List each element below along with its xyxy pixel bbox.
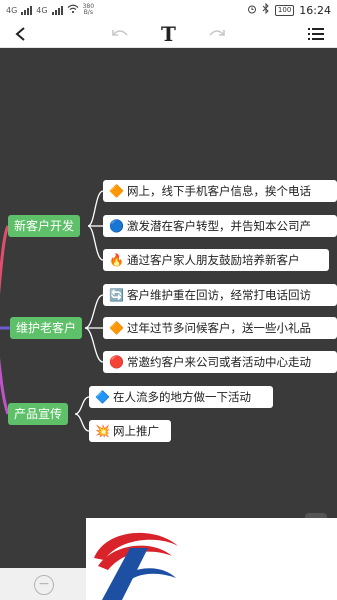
- redo-button[interactable]: [204, 21, 230, 47]
- leaf-node[interactable]: 🔄 客户维护重在回访，经常打电话回访: [103, 284, 337, 306]
- signal-icon-2: [51, 5, 63, 15]
- signal-icon: [21, 5, 33, 15]
- leaf-text: 网上推广: [112, 424, 159, 438]
- refresh-icon: 🔄: [109, 288, 124, 302]
- leaf-node[interactable]: 🔴 常邀约客户来公司或者活动中心走动: [103, 351, 337, 373]
- leaf-node[interactable]: 🔥 通过客户家人朋友鼓励培养新客户: [103, 249, 329, 271]
- menu-icon: [308, 27, 324, 40]
- collision-icon: 💥: [95, 424, 110, 438]
- leaf-text: 激发潜在客户转型，并告知本公司产: [126, 219, 311, 233]
- leaf-text: 网上，线下手机客户信息，挨个电话: [126, 184, 311, 198]
- leaf-text: 在人流多的地方做一下活动: [112, 390, 251, 404]
- mindmap-connectors: [0, 190, 104, 432]
- diamond-icon: 🔶: [109, 184, 124, 198]
- battery-icon: 100: [274, 4, 295, 16]
- branch-node-maintain-customers[interactable]: 维护老客户: [10, 317, 83, 339]
- brand-logo: [94, 532, 178, 600]
- status-bar: 4G 4G 380 B/s 100 16:24: [0, 0, 337, 20]
- signal-label-1: 4G: [6, 5, 18, 15]
- signal-label-2: 4G: [36, 5, 48, 15]
- text-style-button[interactable]: T: [156, 21, 182, 47]
- menu-button[interactable]: [303, 21, 329, 47]
- wifi-icon: [67, 4, 79, 17]
- undo-button[interactable]: [107, 21, 133, 47]
- back-button[interactable]: [8, 21, 34, 47]
- branch-node-new-customers[interactable]: 新客户开发: [8, 215, 81, 237]
- back-arrow-icon: [15, 26, 25, 41]
- leaf-text: 通过客户家人朋友鼓励培养新客户: [126, 253, 300, 267]
- redo-icon: [209, 29, 226, 36]
- undo-icon: [111, 29, 128, 36]
- bluetooth-icon: [262, 2, 270, 17]
- net-speed: 380 B/s: [83, 4, 94, 16]
- leaf-node[interactable]: 🔵 激发潜在客户转型，并告知本公司产: [103, 215, 337, 237]
- diamond-icon: 🔶: [109, 321, 124, 335]
- leaf-node[interactable]: 🔶 网上，线下手机客户信息，挨个电话: [103, 180, 337, 202]
- logo-panel: [86, 518, 337, 600]
- net-speed-unit: B/s: [83, 9, 93, 16]
- leaf-node[interactable]: 💥 网上推广: [89, 420, 171, 442]
- alarm-icon: [247, 4, 257, 17]
- leaf-node[interactable]: 🔶 过年过节多问候客户，送一些小礼品: [103, 317, 337, 339]
- zoom-out-button[interactable]: −: [34, 575, 54, 595]
- blue-circle-icon: 🔵: [109, 219, 124, 233]
- status-time: 16:24: [299, 3, 331, 17]
- leaf-node[interactable]: 🔷 在人流多的地方做一下活动: [89, 386, 273, 408]
- blue-diamond-icon: 🔷: [95, 390, 110, 404]
- fire-icon: 🔥: [109, 253, 124, 267]
- red-circle-icon: 🔴: [109, 355, 124, 369]
- leaf-text: 客户维护重在回访，经常打电话回访: [126, 288, 311, 302]
- branch-node-product-promotion[interactable]: 产品宣传: [8, 403, 69, 425]
- toolbar: T: [0, 20, 337, 48]
- leaf-text: 过年过节多问候客户，送一些小礼品: [126, 321, 311, 335]
- mindmap-canvas[interactable]: 新客户开发 🔶 网上，线下手机客户信息，挨个电话 🔵 激发潜在客户转型，并告知本…: [0, 48, 337, 568]
- leaf-text: 常邀约客户来公司或者活动中心走动: [126, 355, 311, 369]
